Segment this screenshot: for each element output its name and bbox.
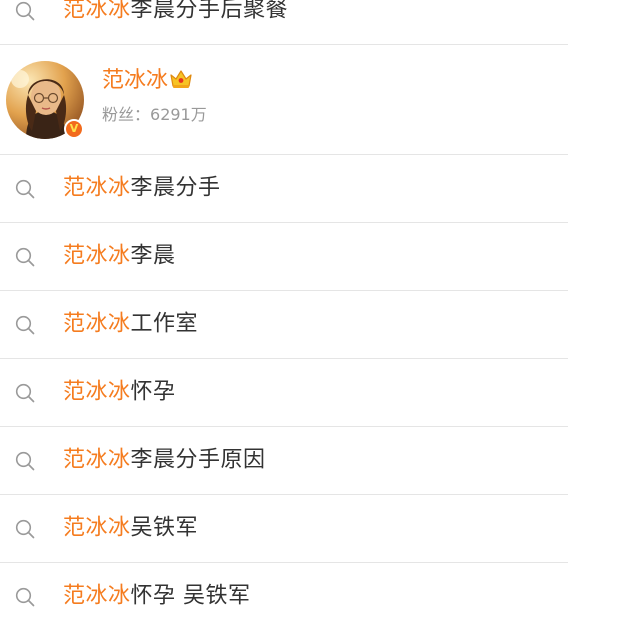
suggestion-highlight: 范冰冰 <box>63 583 131 609</box>
search-icon <box>15 587 35 607</box>
verified-badge-icon: V <box>64 119 84 139</box>
suggestion-row[interactable]: 范冰冰李晨分手原因 <box>0 427 568 495</box>
suggestion-text: 范冰冰李晨 <box>63 243 176 269</box>
suggestion-highlight: 范冰冰 <box>63 378 131 404</box>
suggestion-row[interactable]: 范冰冰李晨分手后聚餐 <box>0 0 568 45</box>
suggestion-text: 范冰冰怀孕 吴铁军 <box>63 583 251 609</box>
suggestion-highlight: 范冰冰 <box>63 174 131 200</box>
user-result-card[interactable]: V 范冰冰 粉丝：6291万 <box>0 45 568 155</box>
search-icon <box>15 315 35 334</box>
suggestion-highlight: 范冰冰 <box>63 0 131 22</box>
suggestion-rest: 怀孕 <box>130 378 176 404</box>
suggestion-text: 范冰冰吴铁军 <box>63 515 198 541</box>
suggestion-rest: 李晨分手 <box>130 174 221 200</box>
suggestion-highlight: 范冰冰 <box>63 446 131 472</box>
search-icon <box>15 1 35 20</box>
search-icon <box>15 519 35 538</box>
suggestion-row[interactable]: 范冰冰李晨 <box>0 223 568 291</box>
fans-value: 6291万 <box>150 105 207 124</box>
suggestion-rest: 李晨分手后聚餐 <box>130 0 289 22</box>
search-icon <box>15 383 35 402</box>
suggestion-text: 范冰冰李晨分手原因 <box>63 447 266 473</box>
suggestion-rest: 李晨分手原因 <box>130 446 266 472</box>
suggestion-row[interactable]: 范冰冰工作室 <box>0 291 568 359</box>
suggestion-rest: 李晨 <box>130 242 176 268</box>
search-icon <box>15 247 35 266</box>
suggestion-rest: 工作室 <box>130 310 199 336</box>
user-name-text: 范冰冰 <box>102 68 169 93</box>
suggestion-row[interactable]: 范冰冰吴铁军 <box>0 495 568 563</box>
crown-icon <box>170 70 192 88</box>
suggestion-highlight: 范冰冰 <box>63 514 131 540</box>
fans-count: 粉丝：6291万 <box>102 104 207 126</box>
suggestion-rest: 吴铁军 <box>130 514 199 540</box>
suggestion-text: 范冰冰怀孕 <box>63 379 176 405</box>
user-name: 范冰冰 <box>102 67 193 95</box>
suggestion-highlight: 范冰冰 <box>63 310 131 336</box>
fans-label: 粉丝： <box>102 105 151 124</box>
search-icon <box>15 179 35 198</box>
suggestion-row[interactable]: 范冰冰怀孕 <box>0 359 568 427</box>
suggestion-rest: 怀孕 吴铁军 <box>130 583 251 609</box>
suggestion-text: 范冰冰李晨分手后聚餐 <box>63 0 288 23</box>
suggestion-row[interactable]: 范冰冰李晨分手 <box>0 155 568 223</box>
suggestion-text: 范冰冰李晨分手 <box>63 175 221 201</box>
search-icon <box>15 451 35 470</box>
suggestion-highlight: 范冰冰 <box>63 242 131 268</box>
suggestion-text: 范冰冰工作室 <box>63 311 198 337</box>
suggestion-row[interactable]: 范冰冰怀孕 吴铁军 <box>0 563 568 631</box>
